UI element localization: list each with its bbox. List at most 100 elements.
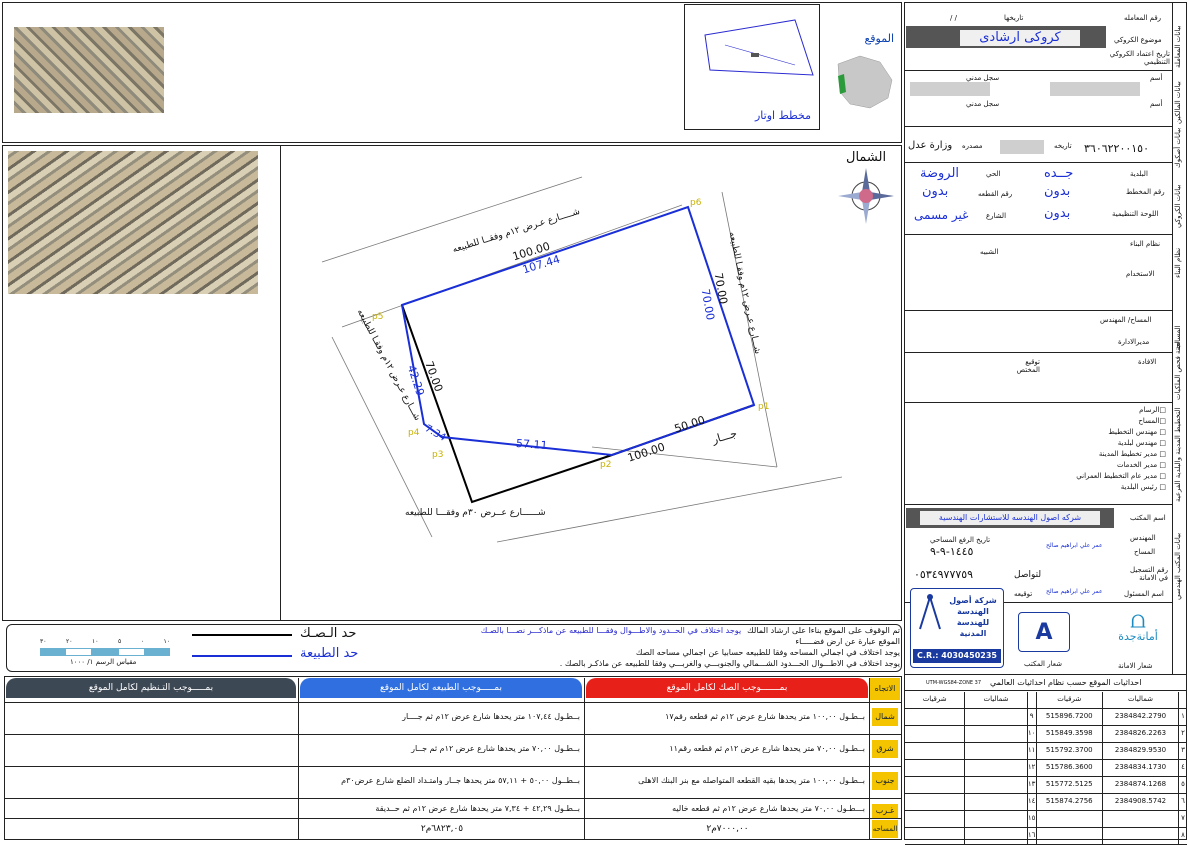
opinion-label: الافادة [1138,358,1157,366]
planning-item[interactable]: □الرسام [1000,406,1166,417]
coords-header-row: شرقيات شماليات شرقيات شماليات [905,692,1187,709]
planning-list: □الرسام □المساح □ مهندس التخطيط □ مهندس … [1000,406,1166,494]
coord-index: ٤ [1181,763,1185,771]
deed-date-label: تاريخه [1054,142,1072,150]
owner-name-redacted [1050,82,1140,96]
owner-civil-label: سجل مدني [966,74,1000,82]
coord-header: شماليات [965,692,1028,708]
planning-item[interactable]: □ رئيس البلدية [1000,483,1166,494]
district-value: الروضة [920,166,960,181]
coord-north: 2384826.2263 [1103,726,1180,742]
coord-north [1103,811,1180,827]
deed-header: بمـــــــوجب الصك لكامل الموقع [586,678,868,698]
nature-line-legend: حد الطبيعة [300,646,359,661]
note-item: يوجد اختلاف في اجمالي المساحه وفقا للطبي… [635,648,900,657]
coord-index: ٢ [1181,729,1185,737]
sketch-divider [280,146,281,620]
signature-label: توقيعه [1014,590,1033,598]
coord-row: ٩ 515896.7200 2384842.2790 ١ [905,709,1187,726]
note-item: يوجد اختلاف في الحــدود والاطـــوال وفقـ… [480,626,742,635]
scale-label: مقياس الرسم ١/ ١٠٠٠ [70,658,137,666]
coord-cell [905,811,966,827]
deed-east: بــطـول ٧٠,٠٠ متر يحدها شارع عرض ١٢م ثم … [669,744,865,753]
usage-label: الاستخدام [1126,270,1155,278]
section-ownership: لجنة فحص الملكيات [1174,341,1182,400]
subject-value: كروكى ارشادى [960,30,1080,46]
coord-north: 2384842.2790 [1103,709,1180,725]
deed-line-sample [192,634,292,636]
coord-cell [965,794,1028,810]
coord-index: ٥ [1181,780,1185,788]
coord-row: ١٠ 515849.3598 2384826.2263 ٢ [905,726,1187,743]
planning-item[interactable]: □ مدير الخدمات [1000,461,1166,472]
deed-area: ٧٠٠٠,٠٠م٢ [706,824,749,834]
deed-date-redacted [1000,140,1044,154]
street-value: غير مسمى [914,208,969,222]
coord-cell [965,743,1028,759]
coord-north: 2384874.1268 [1103,777,1180,793]
coord-row: ١٦ ٨ [905,828,1187,845]
company-logo: شركة أصول الهندسة للهندسة المدنية C.R.: … [910,588,1004,668]
board-value: بدون [1044,206,1071,221]
approval-label: تاريخ اعتماد الكروكي التنظيمي [1109,50,1170,66]
saudi-map-icon [837,55,893,109]
street-label: الشارع [986,212,1007,220]
point-p3: p3 [432,450,443,460]
coord-index: ٩ [1028,709,1037,725]
company-logo-text: شركة أصول الهندسة للهندسة المدنية [949,596,997,638]
dir-area: المساحه [872,820,898,838]
responsible-name: عمر علي ابراهيم صالح [1046,588,1103,595]
coord-east: 515786.3600 [1037,760,1103,776]
section-planning: التخطيط المدينة والبلدية الفرعية [1174,407,1182,502]
otar-plan-label: مخطط اوتار [755,109,812,122]
nature-area: ٦٨٢٣,٠٥م٢ [420,824,464,834]
owner-name-label: أسم [1150,74,1163,82]
deed-number: ٣٦٠٦٢٢٠٠١٥٠ [1084,142,1149,155]
coord-index: ٦ [1181,797,1185,805]
coord-index: ١٥ [1028,811,1037,827]
planning-item[interactable]: □ مهندس لبلدية [1000,439,1166,450]
contact-value: ٠٥٣٤٩٧٧٧٥٩ [914,568,974,581]
coords-table: شرقيات شماليات شرقيات شماليات ٩ 515896.72… [905,692,1187,845]
point-p1: p1 [758,402,769,412]
planning-item[interactable]: □المساح [1000,417,1166,428]
scale-tick: ١٠ [91,638,99,645]
section-sketch: بيانات الكروكي [1174,184,1182,228]
point-p4: p4 [408,428,420,438]
planning-item[interactable]: □ مدير عام التخطيط العمراني [1000,472,1166,483]
coord-header: شرقيات [905,692,966,708]
surveyor2-label: المساح [1134,548,1156,556]
coord-row: ١٤ 515874.2756 2384908.5742 ٦ [905,794,1187,811]
official-signature-label: توقيع المختص [1016,358,1040,374]
coord-index: ١٠ [1028,726,1037,742]
owner2-name-label: أسم [1150,100,1163,108]
dir-south: جنوب [872,772,898,790]
coord-index: ١٣ [1028,777,1037,793]
coord-east [1037,811,1103,827]
office-name-value: شركه اصول الهندسه للاستشارات الهندسية [920,511,1100,525]
point-p6: p6 [690,198,702,208]
subject-label: موضوع الكروكي [1114,36,1162,44]
compass-icon [919,594,941,630]
dir-west: غـرب [872,804,898,818]
location-map-box: الموقع [822,4,902,130]
scale-bar [40,648,171,656]
section-transaction: بيانات المعاملة [1174,25,1182,68]
planning-item[interactable]: □ مدير تخطيط المدينة [1000,450,1166,461]
contact-label: لتواصل [1014,570,1042,580]
coord-east: 515896.7200 [1037,709,1103,725]
office-logo: A [1018,612,1070,652]
note-item: تم الوقوف على الموقع بناءا على ارشاد الم… [747,626,900,635]
coord-index: ١٢ [1028,760,1037,776]
point-p5: p5 [372,312,383,322]
coord-cell [905,743,966,759]
plan-no-value: بدون [1044,184,1071,199]
section-building: نظام البناء [1174,247,1182,278]
deed-source-value: وزارة عدل [908,140,953,151]
planning-item[interactable]: □ مهندس التخطيط [1000,428,1166,439]
responsible-label: اسم المسئول [1124,590,1164,598]
coord-index: ١١ [1028,743,1037,759]
coord-cell [905,777,966,793]
building-system-label: نظام البناء [1130,240,1161,248]
coord-north: 2384829.9530 [1103,743,1180,759]
